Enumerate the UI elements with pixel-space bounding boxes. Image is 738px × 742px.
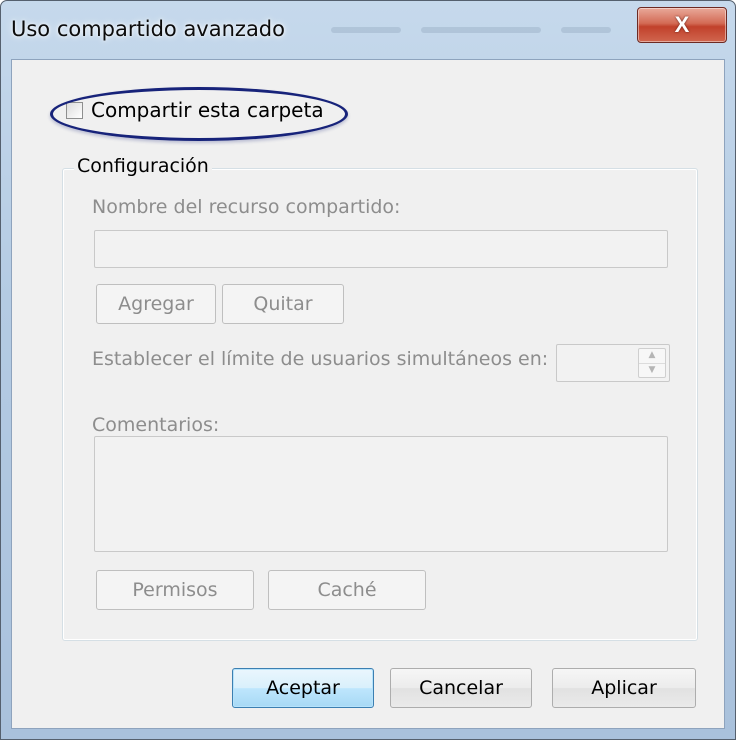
close-button[interactable]: X: [637, 7, 727, 43]
cancel-button[interactable]: Cancelar: [390, 668, 532, 708]
cache-button[interactable]: Caché: [268, 570, 426, 610]
add-button[interactable]: Agregar: [96, 284, 216, 324]
title-bar[interactable]: Uso compartido avanzado X: [1, 1, 735, 59]
dialog-title: Uso compartido avanzado: [11, 17, 285, 41]
comments-textarea[interactable]: [94, 436, 668, 552]
spin-down-icon[interactable]: ▼: [639, 364, 665, 378]
user-limit-label: Establecer el límite de usuarios simultá…: [92, 348, 549, 370]
remove-button[interactable]: Quitar: [222, 284, 344, 324]
spin-up-icon[interactable]: ▲: [639, 349, 665, 364]
background-blur: [561, 27, 611, 33]
background-blur: [331, 27, 401, 33]
dialog-body: Compartir esta carpeta Configuración Nom…: [11, 59, 725, 729]
comments-label: Comentarios:: [92, 414, 220, 436]
ok-button[interactable]: Aceptar: [232, 668, 374, 708]
permissions-button[interactable]: Permisos: [96, 570, 254, 610]
apply-button[interactable]: Aplicar: [552, 668, 696, 708]
user-limit-spinner[interactable]: ▲ ▼: [556, 344, 670, 382]
close-icon: X: [674, 12, 690, 37]
share-name-input[interactable]: [94, 230, 668, 268]
spinner-buttons[interactable]: ▲ ▼: [638, 348, 666, 378]
settings-group-label: Configuración: [74, 155, 212, 177]
share-name-label: Nombre del recurso compartido:: [92, 196, 401, 218]
background-blur: [421, 27, 541, 33]
annotation-ellipse: [50, 87, 348, 141]
advanced-sharing-dialog: Uso compartido avanzado X Compartir esta…: [0, 0, 736, 740]
